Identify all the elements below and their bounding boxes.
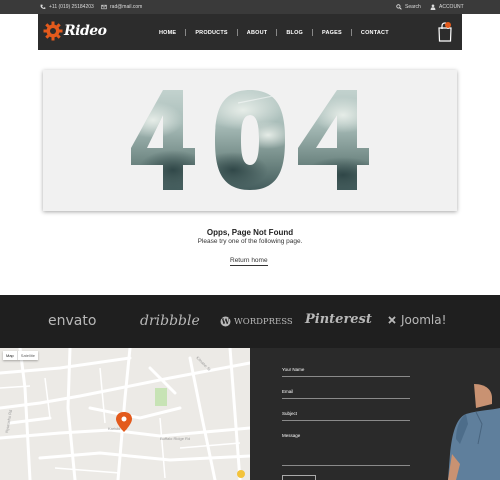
map-roads: Kimane St Nyurucho Rd Buffalo Ridge Rd K… (0, 348, 250, 480)
phone-icon (40, 4, 46, 9)
site-logo[interactable]: Rideo (43, 21, 107, 41)
message-label: Message (282, 433, 301, 438)
map-view-button[interactable]: Map (3, 351, 17, 360)
person-image (448, 384, 500, 480)
joomla-icon (388, 316, 396, 324)
field-underline (282, 398, 410, 399)
svg-text:Buffalo Ridge Rd: Buffalo Ridge Rd (160, 436, 190, 441)
phone-info: +11 (019) 25184203 (40, 4, 94, 10)
message-underline (282, 465, 410, 466)
error-code-graphic (131, 90, 369, 190)
return-home-link[interactable]: Return home (230, 257, 268, 266)
main-nav: HOME PRODUCTS ABOUT BLOG PAGES CONTACT (150, 29, 398, 36)
shopping-bag-icon[interactable] (437, 21, 453, 43)
email-info: rad@mail.com (101, 4, 142, 10)
dribbble-logo: dribbble (140, 313, 200, 329)
street-view-icon (237, 470, 245, 478)
brand-name: Rideo (64, 23, 107, 39)
user-icon (430, 4, 436, 10)
search-label: Search (405, 4, 421, 10)
joomla-logo: Joomla! (386, 313, 446, 327)
message-field[interactable]: Message (282, 433, 410, 438)
nav-contact[interactable]: CONTACT (352, 30, 398, 36)
email-address[interactable]: rad@mail.com (110, 4, 142, 10)
field-underline (282, 376, 410, 377)
contact-section: Your Name Email Subject Message (250, 348, 500, 480)
email-label: Email (282, 389, 294, 394)
nav-pages[interactable]: PAGES (313, 30, 351, 36)
cart-badge (445, 22, 451, 28)
field-underline (282, 420, 410, 421)
name-label: Your Name (282, 367, 305, 372)
nav-about[interactable]: ABOUT (238, 30, 277, 36)
svg-text:W: W (221, 317, 230, 326)
name-field[interactable]: Your Name (282, 367, 410, 377)
envelope-icon (101, 4, 107, 10)
location-map[interactable]: Kimane St Nyurucho Rd Buffalo Ridge Rd K… (0, 348, 250, 480)
top-bar: +11 (019) 25184203 rad@mail.com Search A… (0, 0, 500, 14)
gear-logo-icon (43, 21, 63, 41)
pinterest-logo: Pinterest (305, 312, 372, 327)
subject-label: Subject (282, 411, 298, 416)
nav-home[interactable]: HOME (150, 30, 185, 36)
subject-field[interactable]: Subject (282, 411, 410, 421)
envato-logo: envato (48, 313, 97, 329)
email-field[interactable]: Email (282, 389, 410, 399)
main-header: Rideo HOME PRODUCTS ABOUT BLOG PAGES CON… (38, 14, 462, 50)
error-subtitle: Please try one of the following page. (197, 238, 303, 245)
search-link[interactable]: Search (396, 4, 421, 10)
account-label: ACCOUNT (439, 4, 464, 10)
nav-blog[interactable]: BLOG (277, 30, 312, 36)
wordpress-text: WordPress (234, 316, 293, 327)
error-card (43, 70, 457, 211)
map-type-toggle: Map Satellite (3, 351, 39, 360)
wordpress-logo: W WordPress (220, 316, 293, 327)
submit-button[interactable] (282, 475, 316, 480)
satellite-view-button[interactable]: Satellite (16, 351, 38, 360)
search-icon (396, 4, 402, 10)
joomla-text: Joomla! (401, 313, 447, 327)
phone-number: +11 (019) 25184203 (49, 4, 94, 10)
wordpress-icon: W (220, 316, 231, 327)
nav-products[interactable]: PRODUCTS (186, 30, 236, 36)
error-title: Opps, Page Not Found (206, 228, 294, 237)
partner-brands: envato dribbble W WordPress Pinterest Jo… (0, 295, 500, 348)
account-link[interactable]: ACCOUNT (430, 4, 464, 10)
